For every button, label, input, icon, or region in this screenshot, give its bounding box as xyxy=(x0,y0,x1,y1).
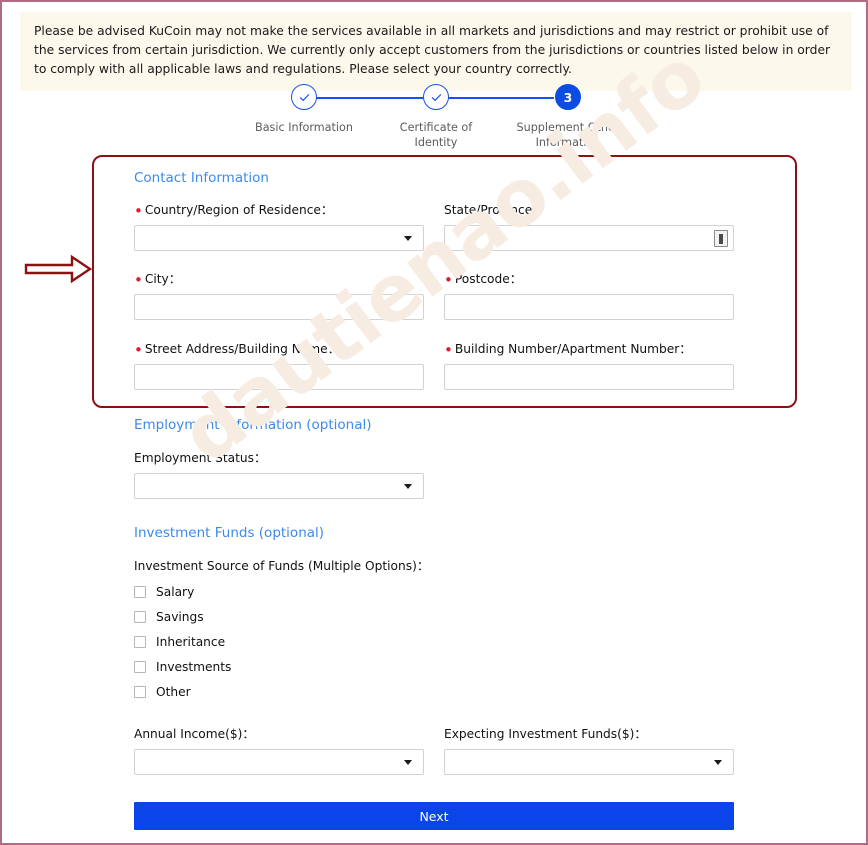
section-title-contact-information: Contact Information xyxy=(134,170,269,186)
label-street-address: • Street Address/Building Name： xyxy=(134,341,340,359)
annual-income-select[interactable] xyxy=(134,749,424,775)
checkbox-label-savings: Savings xyxy=(156,610,204,624)
label-employment-status: Employment Status： xyxy=(134,451,267,465)
checkbox-salary[interactable] xyxy=(134,586,146,598)
checkbox-row-investments[interactable]: Investments xyxy=(134,658,231,676)
required-marker: • xyxy=(444,341,453,359)
checkbox-label-salary: Salary xyxy=(156,585,195,599)
field-employment-status: Employment Status： xyxy=(134,448,424,499)
expecting-investment-funds-select[interactable] xyxy=(444,749,734,775)
label-building-number: • Building Number/Apartment Number： xyxy=(444,341,692,359)
checkbox-label-other: Other xyxy=(156,685,191,699)
label-country-region: • Country/Region of Residence： xyxy=(134,202,334,220)
next-button[interactable]: Next xyxy=(134,802,734,830)
required-marker: • xyxy=(134,271,143,289)
required-marker: • xyxy=(444,271,453,289)
label-annual-income: Annual Income($)： xyxy=(134,727,255,741)
checkbox-row-savings[interactable]: Savings xyxy=(134,608,204,626)
field-street-address: • Street Address/Building Name： xyxy=(134,339,424,390)
label-city: • City： xyxy=(134,271,181,289)
checkbox-inheritance[interactable] xyxy=(134,636,146,648)
required-marker: • xyxy=(134,202,143,220)
building-number-input[interactable] xyxy=(444,364,734,390)
field-country-region: • Country/Region of Residence： xyxy=(134,200,424,251)
city-input[interactable] xyxy=(134,294,424,320)
section-title-employment-information: Employment Information (optional) xyxy=(134,417,372,433)
checkbox-savings[interactable] xyxy=(134,611,146,623)
field-building-number: • Building Number/Apartment Number： xyxy=(444,339,734,390)
state-province-input[interactable] xyxy=(444,225,734,251)
checkbox-investments[interactable] xyxy=(134,661,146,673)
checkbox-row-salary[interactable]: Salary xyxy=(134,583,194,601)
label-postcode: • Postcode： xyxy=(444,271,522,289)
checkbox-label-investments: Investments xyxy=(156,660,232,674)
checkbox-other[interactable] xyxy=(134,686,146,698)
checkbox-row-inheritance[interactable]: Inheritance xyxy=(134,633,225,651)
required-marker: • xyxy=(134,341,143,359)
section-title-investment-funds: Investment Funds (optional) xyxy=(134,525,325,541)
field-annual-income: Annual Income($)： xyxy=(134,724,424,775)
input-method-icon[interactable] xyxy=(714,230,728,247)
field-city: • City： xyxy=(134,269,424,320)
field-postcode: • Postcode： xyxy=(444,269,734,320)
field-state-province: State/Province： xyxy=(444,200,734,251)
red-arrow-annotation xyxy=(24,254,93,284)
country-region-select[interactable] xyxy=(134,225,424,251)
street-address-input[interactable] xyxy=(134,364,424,390)
kyc-form: Contact Information • Country/Region of R… xyxy=(2,2,866,843)
label-investment-source-of-funds: Investment Source of Funds (Multiple Opt… xyxy=(134,559,430,573)
checkbox-row-other[interactable]: Other xyxy=(134,683,191,701)
screenshot-frame: dautienao.info Please be advised KuCoin … xyxy=(0,0,868,845)
label-state-province: State/Province： xyxy=(444,203,545,217)
postcode-input[interactable] xyxy=(444,294,734,320)
field-expecting-investment-funds: Expecting Investment Funds($)： xyxy=(444,724,734,775)
employment-status-select[interactable] xyxy=(134,473,424,499)
label-expecting-investment-funds: Expecting Investment Funds($)： xyxy=(444,727,647,741)
checkbox-label-inheritance: Inheritance xyxy=(156,635,226,649)
